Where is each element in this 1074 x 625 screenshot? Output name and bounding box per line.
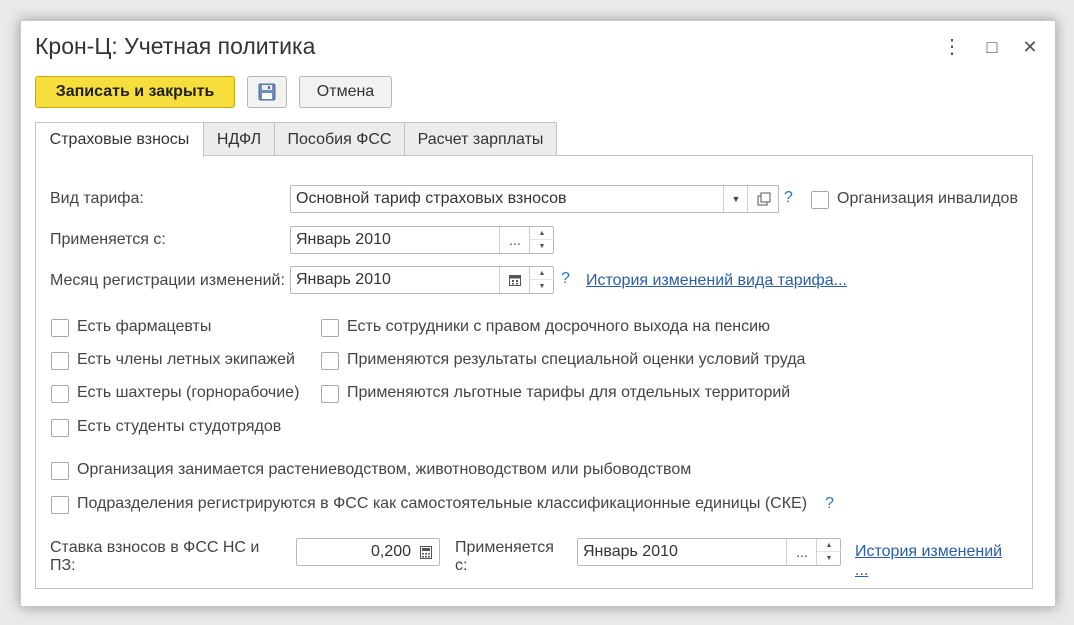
early-retirement-label: Есть сотрудники с правом досрочного выхо…	[347, 318, 771, 335]
fss-applies-value: Январь 2010	[583, 543, 678, 560]
agriculture-checkbox[interactable]	[51, 462, 69, 480]
cancel-button[interactable]: Отмена	[299, 76, 392, 108]
tariff-select[interactable]: Основной тариф страховых взносов ▼	[290, 185, 779, 213]
chevron-down-icon[interactable]: ▼	[723, 186, 748, 212]
fss-rate-field[interactable]: 0,200	[296, 538, 440, 566]
maximize-icon[interactable]: □	[980, 35, 1004, 59]
arrow-up-icon[interactable]: ▲	[817, 539, 841, 552]
insurance-panel: Вид тарифа: Основной тариф страховых взн…	[35, 155, 1033, 589]
select-button[interactable]: ...	[499, 227, 530, 253]
fss-applies-field[interactable]: Январь 2010 ... ▲ ▼	[577, 538, 841, 566]
pharmacists-label: Есть фармацевты	[77, 318, 212, 335]
open-form-icon[interactable]	[747, 186, 779, 212]
applies-from-value: Январь 2010	[296, 231, 391, 248]
fss-rate-label-cont: ПЗ:	[50, 557, 76, 574]
special-assessment-checkbox[interactable]	[321, 352, 339, 370]
tariff-history-link[interactable]: История изменений вида тарифа...	[586, 272, 847, 290]
arrow-down-icon[interactable]: ▼	[817, 552, 841, 565]
calculator-icon[interactable]	[413, 539, 439, 565]
tab-fss-benefits[interactable]: Пособия ФСС	[274, 122, 405, 156]
miners-checkbox[interactable]	[51, 385, 69, 403]
arrow-up-icon[interactable]: ▲	[530, 267, 554, 280]
tab-ndfl[interactable]: НДФЛ	[203, 122, 275, 156]
territory-rates-checkbox[interactable]	[321, 385, 339, 403]
fss-rate-label: Ставка взносов в ФСС НС и	[50, 539, 260, 556]
close-icon[interactable]: ✕	[1018, 35, 1042, 59]
flight-crew-checkbox[interactable]	[51, 352, 69, 370]
early-retirement-checkbox[interactable]	[321, 319, 339, 337]
tariff-value: Основной тариф страховых взносов	[296, 190, 567, 207]
miners-label: Есть шахтеры (горнорабочие)	[77, 384, 300, 401]
reg-month-stepper[interactable]: ▲ ▼	[529, 267, 554, 293]
disabled-org-label: Организация инвалидов	[837, 190, 1018, 207]
students-checkbox[interactable]	[51, 419, 69, 437]
fss-history-link-ellipsis[interactable]: ...	[855, 562, 868, 580]
tariff-label: Вид тарифа:	[50, 190, 144, 207]
fss-rate-value: 0,200	[370, 543, 411, 560]
reg-month-value: Январь 2010	[296, 271, 391, 288]
save-button[interactable]	[247, 76, 287, 108]
disabled-org-checkbox[interactable]	[811, 191, 829, 209]
arrow-down-icon[interactable]: ▼	[530, 240, 554, 253]
applies-from-label: Применяется с:	[50, 231, 166, 248]
arrow-up-icon[interactable]: ▲	[530, 227, 554, 240]
reg-month-field[interactable]: Январь 2010 ▲ ▼	[290, 266, 554, 294]
reg-month-label: Месяц регистрации изменений:	[50, 272, 285, 289]
window-title: Крон-Ц: Учетная политика	[35, 33, 316, 59]
flight-crew-label: Есть члены летных экипажей	[77, 351, 295, 368]
special-assessment-label: Применяются результаты специальной оценк…	[347, 351, 806, 368]
arrow-down-icon[interactable]: ▼	[530, 280, 554, 293]
fss-units-help-icon[interactable]: ?	[825, 495, 834, 513]
territory-rates-label: Применяются льготные тарифы для отдельны…	[347, 384, 791, 401]
pharmacists-checkbox[interactable]	[51, 319, 69, 337]
fss-history-link[interactable]: История изменений	[855, 543, 1002, 561]
reg-month-help-icon[interactable]: ?	[561, 270, 570, 288]
tariff-help-icon[interactable]: ?	[784, 189, 793, 207]
policy-window: Крон-Ц: Учетная политика ⋮ □ ✕ Записать …	[20, 20, 1056, 607]
agriculture-label: Организация занимается растениеводством,…	[77, 461, 692, 478]
tab-insurance[interactable]: Страховые взносы	[35, 122, 204, 157]
floppy-disk-icon	[258, 83, 276, 101]
month-stepper[interactable]: ▲ ▼	[529, 227, 554, 253]
applies-from-field[interactable]: Январь 2010 ... ▲ ▼	[290, 226, 554, 254]
fss-month-stepper[interactable]: ▲ ▼	[816, 539, 841, 565]
fss-select-button[interactable]: ...	[786, 539, 817, 565]
fss-units-label: Подразделения регистрируются в ФСС как с…	[77, 495, 808, 512]
calendar-icon[interactable]	[499, 267, 530, 293]
students-label: Есть студенты студотрядов	[77, 418, 282, 435]
more-menu-icon[interactable]: ⋮	[940, 35, 964, 59]
save-and-close-button[interactable]: Записать и закрыть	[35, 76, 235, 108]
fss-applies-label-cont: с:	[455, 557, 468, 574]
tab-payroll[interactable]: Расчет зарплаты	[404, 122, 557, 156]
fss-applies-label: Применяется	[455, 539, 554, 556]
fss-units-checkbox[interactable]	[51, 496, 69, 514]
